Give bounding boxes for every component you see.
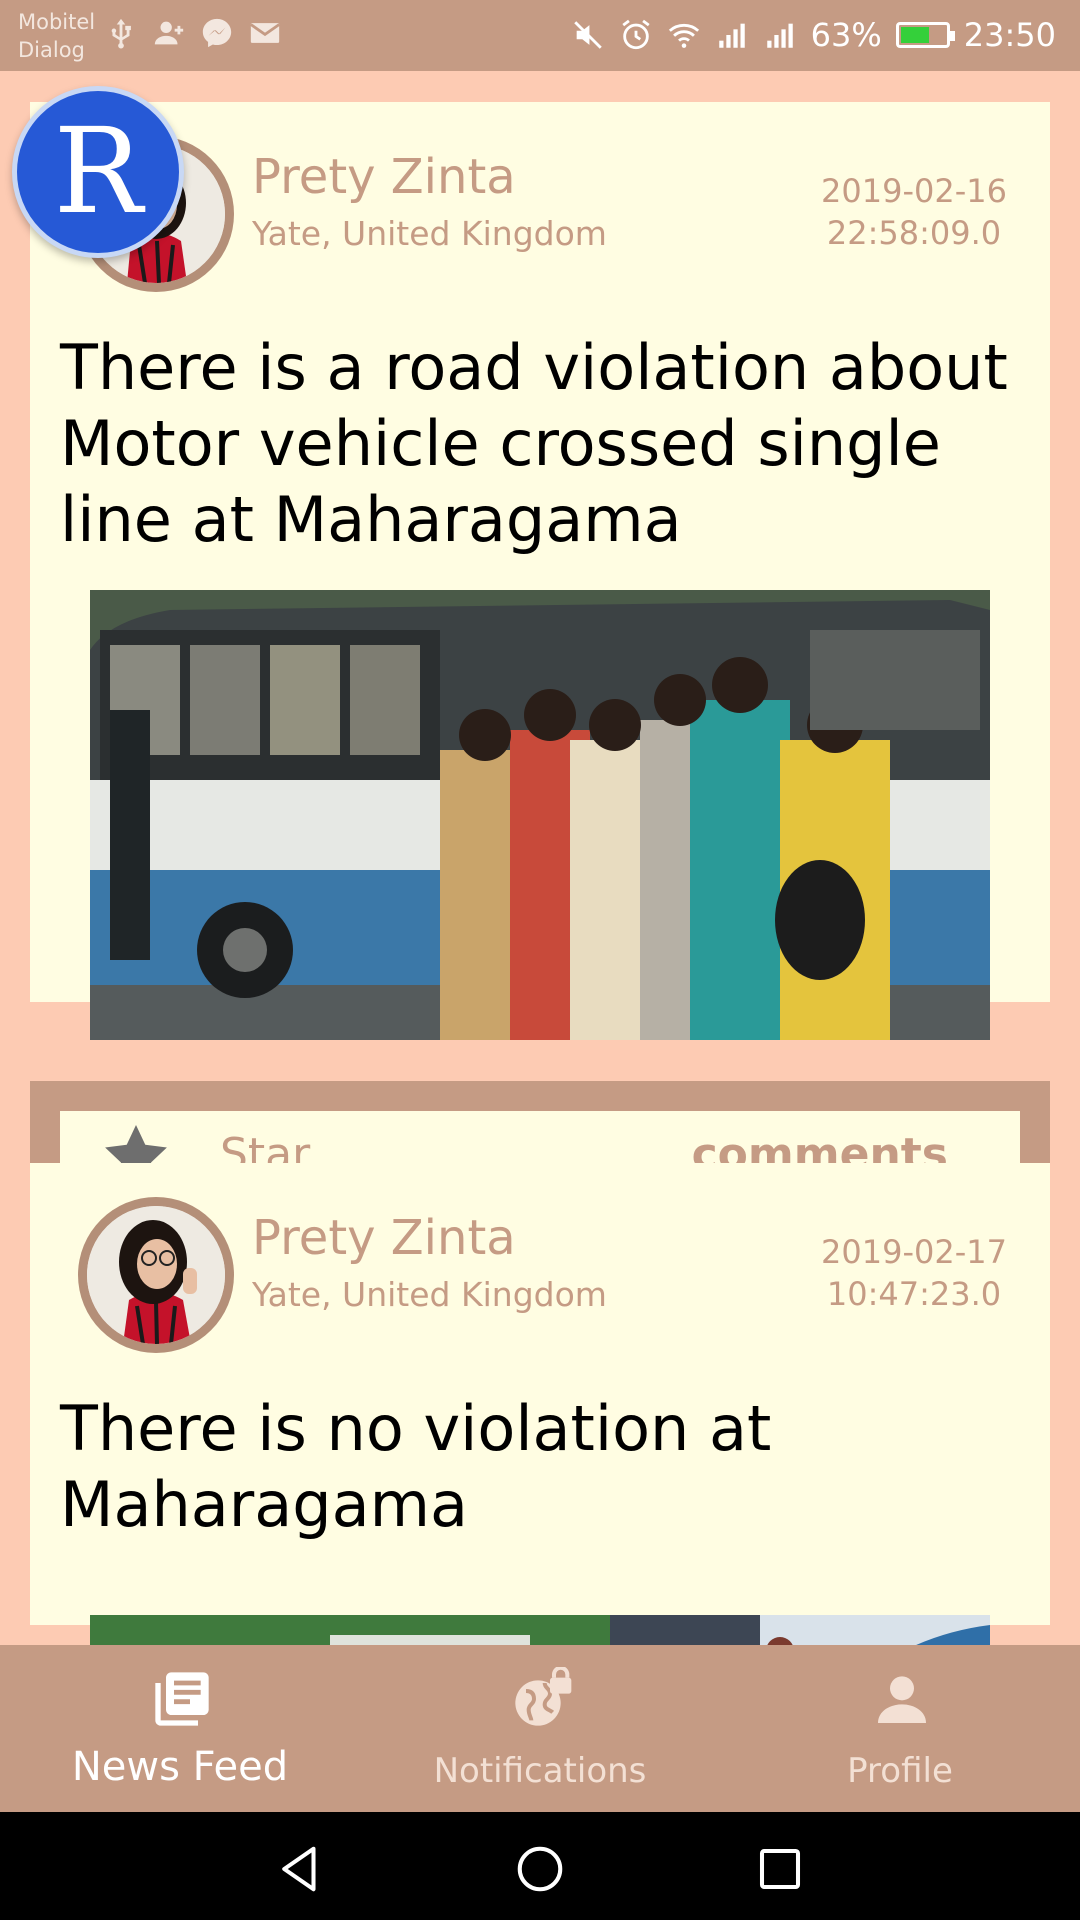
post-date: 2019-02-16 <box>821 172 1007 210</box>
nav-news-feed-label: News Feed <box>71 1744 289 1790</box>
add-person-icon <box>154 21 184 45</box>
bus-crowd-photo <box>90 590 990 1040</box>
home-icon[interactable] <box>513 1842 567 1896</box>
post-location: Yate, United Kingdom <box>252 1275 607 1314</box>
post-location: Yate, United Kingdom <box>252 214 607 253</box>
avatar[interactable] <box>78 1197 234 1353</box>
post-text: There is a road violation about Motor ve… <box>60 331 1008 556</box>
nav-notifications-label: Notifications <box>433 1751 647 1791</box>
post-timestamp: 2019-02-16 22:58:09.0 <box>814 170 1014 254</box>
news-feed[interactable]: Prety Zinta Yate, United Kingdom 2019-02… <box>0 71 1080 1645</box>
post-image[interactable] <box>90 1615 990 1645</box>
battery-icon <box>895 22 955 48</box>
carrier-line-2: Dialog <box>18 38 85 62</box>
post-time: 22:58:09.0 <box>826 214 1002 252</box>
wifi-icon <box>668 23 699 48</box>
carrier-label: Mobitel Dialog <box>18 8 95 64</box>
battery-percent: 63% <box>810 16 882 54</box>
post-image[interactable] <box>90 590 990 1040</box>
r-app-badge[interactable]: R <box>12 86 184 258</box>
globe-lock-icon <box>515 1667 572 1726</box>
clock: 23:50 <box>963 16 1056 54</box>
post-card[interactable]: Prety Zinta Yate, United Kingdom 2019-02… <box>30 1163 1050 1645</box>
post-time: 10:47:23.0 <box>826 1275 1002 1313</box>
r-letter: R <box>53 102 143 240</box>
signal-icon <box>718 23 745 48</box>
nav-news-feed[interactable]: News Feed <box>0 1645 360 1812</box>
messenger-icon <box>202 18 232 48</box>
mail-icon <box>250 23 280 43</box>
news-feed-icon <box>155 1672 209 1726</box>
carrier-line-1: Mobitel <box>18 10 96 34</box>
alarm-icon <box>622 19 650 50</box>
bottom-navigation: News Feed Notifications Profile <box>0 1645 1080 1812</box>
recents-icon[interactable] <box>753 1842 807 1896</box>
post-date: 2019-02-17 <box>821 1233 1007 1271</box>
person-icon <box>878 1676 926 1723</box>
post-text: There is no violation at Maharagama <box>60 1392 772 1541</box>
post-timestamp: 2019-02-17 10:47:23.0 <box>814 1231 1014 1315</box>
system-navigation-bar <box>0 1812 1080 1920</box>
nav-notifications[interactable]: Notifications <box>360 1645 720 1812</box>
battery-fill <box>900 27 929 43</box>
profile-photo <box>87 1206 225 1344</box>
post-author[interactable]: Prety Zinta <box>252 1209 516 1267</box>
street-bus-photo <box>90 1615 990 1645</box>
post-author[interactable]: Prety Zinta <box>252 148 516 206</box>
signal-icon <box>766 23 793 48</box>
usb-icon <box>111 18 131 49</box>
back-icon[interactable] <box>273 1842 327 1896</box>
mute-icon <box>573 21 602 49</box>
status-bar: Mobitel Dialog 63% 23:50 <box>0 0 1080 71</box>
post-card[interactable]: Prety Zinta Yate, United Kingdom 2019-02… <box>30 102 1050 1040</box>
nav-profile[interactable]: Profile <box>720 1645 1080 1812</box>
nav-profile-label: Profile <box>847 1751 953 1791</box>
